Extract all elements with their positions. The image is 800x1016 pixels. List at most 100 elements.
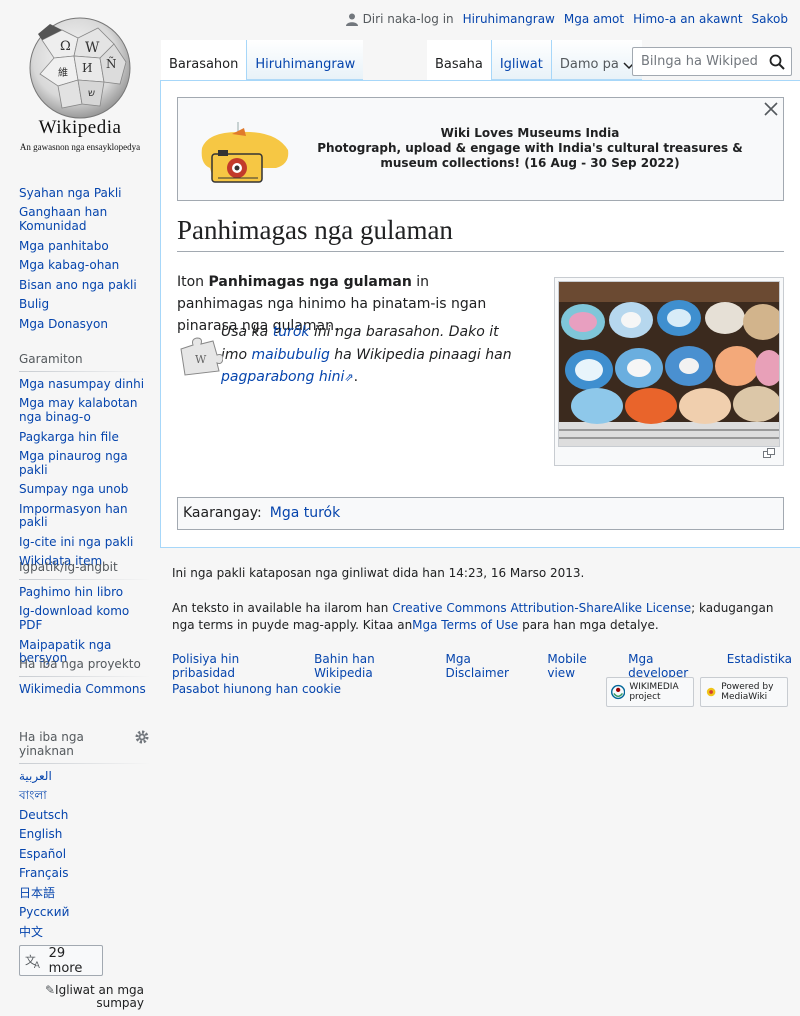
edit-interlanguage-links[interactable]: ✎Igliwat an mga sumpay	[40, 984, 144, 1010]
disclaimers-link[interactable]: Mga Disclaimer	[445, 652, 535, 680]
sidebar-language-item[interactable]: 中文	[19, 925, 151, 940]
sidebar-tool-link[interactable]: Mga nasumpay dinhi	[19, 377, 144, 391]
sidebar-nav-item[interactable]: Mga Donasyon	[19, 317, 151, 332]
sidebar-language-item[interactable]: Deutsch	[19, 808, 151, 823]
tab-more[interactable]: Damo pa	[550, 40, 642, 80]
sidebar-nav-item[interactable]: Bisan ano nga pakli	[19, 278, 151, 293]
sidebar-print-item[interactable]: Paghimo hin libro	[19, 585, 151, 600]
terms-of-use-link[interactable]: Mga Terms of Use	[412, 618, 518, 632]
category-links: Kaarangay: Mga turók	[177, 497, 784, 530]
sidebar-language-item[interactable]: العربية	[19, 769, 151, 784]
sidebar-language-link[interactable]: العربية	[19, 769, 52, 783]
sidebar-tool-item[interactable]: Mga nasumpay dinhi	[19, 377, 151, 392]
sidebar-nav-link[interactable]: Bisan ano nga pakli	[19, 278, 137, 292]
contributions-link[interactable]: Mga amot	[564, 12, 624, 26]
svg-text:維: 維	[58, 66, 68, 79]
sidebar-tool-link[interactable]: Mga pinaurog nga pakli	[19, 449, 128, 477]
sidebar-language-link[interactable]: English	[19, 827, 62, 842]
sidebar-tool-link[interactable]: Ig-cite ini nga pakli	[19, 535, 133, 549]
sidebar-languages: Ha iba nga yinaknan العربية বাংলা Deutsch E…	[19, 730, 151, 945]
article-image-thumbnail[interactable]	[554, 277, 784, 466]
sidebar-nav-item[interactable]: Mga panhitabo	[19, 239, 151, 254]
create-account-link[interactable]: Himo-a an akawnt	[633, 12, 742, 26]
sidebar-language-item[interactable]: Français	[19, 867, 151, 881]
expand-link[interactable]: pagparabong hini	[221, 369, 344, 385]
tab-talk[interactable]: Hiruhimangraw	[246, 40, 364, 80]
stub-text: Usa ka turók ini nga barasahon. Dako it …	[221, 321, 517, 390]
sidebar-tool-item[interactable]: Impormasyon han pakli	[19, 502, 151, 530]
license-link[interactable]: Creative Commons Attribution-ShareAlike …	[392, 601, 691, 615]
language-settings-gear-icon[interactable]	[134, 729, 150, 749]
about-wikipedia-link[interactable]: Bahin han Wikipedia	[314, 652, 433, 680]
sidebar-language-item[interactable]: Español	[19, 847, 151, 862]
sidebar-print-link[interactable]: Paghimo hin libro	[19, 585, 123, 599]
login-link[interactable]: Sakob	[752, 12, 788, 26]
sidebar-nav-item[interactable]: Syahan nga Pakli	[19, 186, 151, 201]
wikipedia-logo[interactable]: Ω W Ñ И 維 ש Wikipedia An gawasnon nga en…	[0, 0, 160, 160]
translate-icon: 文 A	[25, 953, 40, 968]
sidebar-language-link[interactable]: Español	[19, 847, 66, 861]
statistics-link[interactable]: Estadistika	[727, 652, 792, 680]
personal-talk-link[interactable]: Hiruhimangraw	[463, 12, 555, 26]
powered-by-mediawiki-badge[interactable]: Powered by MediaWiki	[700, 677, 788, 707]
sidebar-nav-item[interactable]: Bulig	[19, 297, 151, 312]
search-button[interactable]	[769, 54, 785, 74]
privacy-policy-link[interactable]: Polisiya hin pribasidad	[172, 652, 302, 680]
stub-link[interactable]: turók	[273, 324, 310, 340]
sidebar-tool-link[interactable]: Sumpay nga unob	[19, 482, 128, 496]
sidebar-tool-item[interactable]: Pagkarga hin file	[19, 430, 151, 445]
sidebar-language-link[interactable]: 中文	[19, 925, 43, 939]
edit-links-label[interactable]: Igliwat an mga sumpay	[55, 983, 144, 1010]
sidebar-language-link[interactable]: বাংলা	[19, 788, 47, 803]
sidebar-tool-item[interactable]: Mga pinaurog nga pakli	[19, 449, 151, 477]
tab-read-label[interactable]: Basaha	[435, 57, 483, 72]
sidebar-nav-item[interactable]: Ganghaan han Komunidad	[19, 206, 151, 233]
mobile-view-link[interactable]: Mobile view	[547, 652, 616, 680]
sidebar-language-link[interactable]: 日本語	[19, 886, 55, 900]
sidebar-nav-link[interactable]: Bulig	[19, 297, 49, 311]
sidebar-tool-item[interactable]: Mga may kalabotan nga binag-o	[19, 397, 151, 424]
svg-text:ש: ש	[88, 88, 95, 99]
sidebar-nav-link[interactable]: Syahan nga Pakli	[19, 186, 122, 200]
jelly-dessert-image[interactable]	[558, 281, 780, 447]
user-icon	[345, 13, 358, 26]
more-languages-button[interactable]: 文 A 29 more	[19, 945, 103, 976]
sidebar-nav-item[interactable]: Mga kabag-ohan	[19, 258, 151, 273]
tab-edit-label[interactable]: Igliwat	[500, 57, 543, 72]
help-link[interactable]: maibubulig	[252, 347, 330, 363]
sidebar-language-item[interactable]: 日本語	[19, 886, 151, 901]
banner-close-button[interactable]	[764, 101, 778, 116]
tab-more-label[interactable]: Damo pa	[560, 57, 619, 72]
sidebar-print-link[interactable]: Ig-download komo PDF	[19, 604, 129, 632]
sidebar-tool-item[interactable]: Ig-cite ini nga pakli	[19, 535, 151, 550]
sidebar-language-item[interactable]: বাংলা	[19, 789, 151, 803]
tab-read[interactable]: Basaha	[427, 40, 491, 80]
sidebar-language-item[interactable]: Русский	[19, 906, 151, 920]
sidebar-tool-link[interactable]: Impormasyon han pakli	[19, 502, 128, 530]
sidebar-tool-item[interactable]: Sumpay nga unob	[19, 482, 151, 497]
sidebar-language-link[interactable]: Français	[19, 866, 68, 881]
sidebar-nav-link[interactable]: Mga kabag-ohan	[19, 258, 119, 272]
wikimedia-project-badge[interactable]: WIKIMEDIA project	[606, 677, 694, 707]
developers-link[interactable]: Mga developer	[628, 652, 715, 680]
sidebar-nav-link[interactable]: Ganghaan han Komunidad	[19, 205, 107, 233]
search-input[interactable]	[639, 53, 759, 70]
sidebar-tool-link[interactable]: Pagkarga hin file	[19, 430, 119, 444]
sidebar-nav-link[interactable]: Mga panhitabo	[19, 239, 109, 253]
sidebar-language-item[interactable]: English	[19, 828, 151, 842]
cookie-statement-link[interactable]: Pasabot hiunong han cookie	[172, 682, 341, 696]
sidebar-print-item[interactable]: Ig-download komo PDF	[19, 605, 151, 632]
enlarge-icon[interactable]	[763, 443, 775, 462]
tab-edit[interactable]: Igliwat	[490, 40, 551, 80]
tab-article-label[interactable]: Barasahon	[169, 57, 238, 72]
category-link[interactable]: Mga turók	[270, 505, 340, 522]
sidebar-nav-link[interactable]: Mga Donasyon	[19, 317, 108, 331]
sidebar-tool-link[interactable]: Mga may kalabotan nga binag-o	[19, 396, 138, 424]
sidebar-language-link[interactable]: Русский	[19, 905, 69, 920]
sidebar-other-project-item[interactable]: Wikimedia Commons	[19, 682, 151, 697]
central-notice-banner[interactable]: Wiki Loves Museums India Photograph, upl…	[177, 97, 784, 201]
sidebar-other-project-link[interactable]: Wikimedia Commons	[19, 682, 146, 696]
tab-talk-label[interactable]: Hiruhimangraw	[255, 57, 355, 72]
tab-article[interactable]: Barasahon	[161, 40, 247, 80]
sidebar-language-link[interactable]: Deutsch	[19, 808, 68, 822]
